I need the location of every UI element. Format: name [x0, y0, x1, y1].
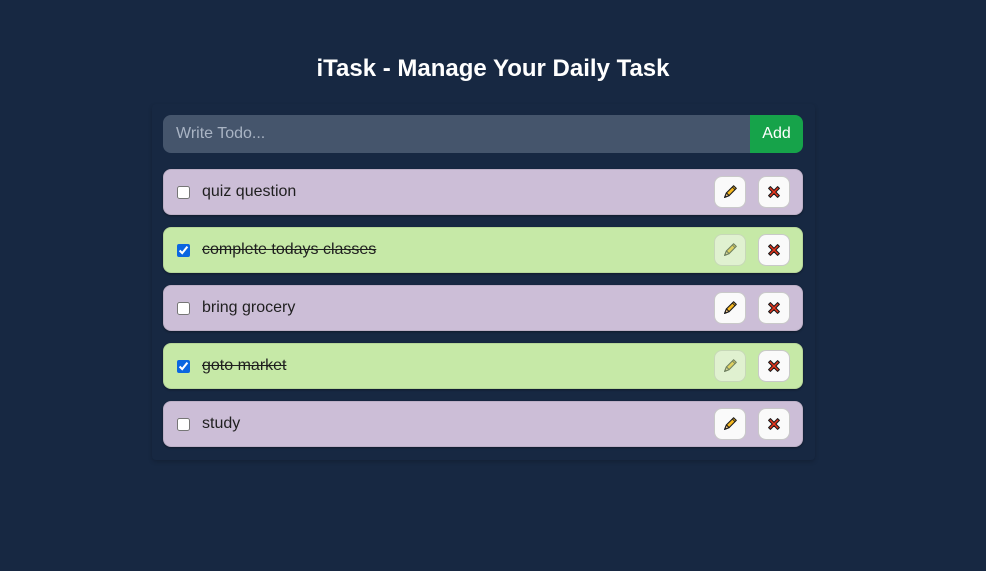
cross-mark-icon — [765, 357, 783, 375]
edit-button[interactable] — [714, 234, 746, 266]
pencil-icon — [721, 415, 739, 433]
pencil-icon — [721, 299, 739, 317]
todo-item: complete todays classes — [163, 227, 803, 273]
pencil-icon — [721, 183, 739, 201]
todo-input[interactable] — [163, 115, 750, 153]
delete-button[interactable] — [758, 176, 790, 208]
edit-button[interactable] — [714, 350, 746, 382]
cross-mark-icon — [765, 299, 783, 317]
todo-checkbox[interactable] — [177, 359, 190, 373]
cross-mark-icon — [765, 415, 783, 433]
edit-button[interactable] — [714, 292, 746, 324]
todo-checkbox[interactable] — [177, 243, 190, 257]
todo-list: quiz question complete todays classes br… — [163, 169, 803, 459]
delete-button[interactable] — [758, 408, 790, 440]
todo-text: study — [202, 415, 241, 432]
todo-item: study — [163, 401, 803, 447]
todo-text: quiz question — [202, 183, 297, 200]
todo-text: bring grocery — [202, 299, 296, 316]
pencil-icon — [721, 241, 739, 259]
todo-item: quiz question — [163, 169, 803, 215]
todo-form: Add — [163, 115, 803, 153]
delete-button[interactable] — [758, 350, 790, 382]
cross-mark-icon — [765, 183, 783, 201]
todo-text: goto market — [202, 357, 287, 374]
todo-item: goto market — [163, 343, 803, 389]
pencil-icon — [721, 357, 739, 375]
edit-button[interactable] — [714, 176, 746, 208]
todo-text: complete todays classes — [202, 241, 377, 258]
todo-checkbox[interactable] — [177, 417, 190, 431]
delete-button[interactable] — [758, 292, 790, 324]
add-button[interactable]: Add — [750, 115, 803, 153]
todo-checkbox[interactable] — [177, 301, 190, 315]
todo-item: bring grocery — [163, 285, 803, 331]
edit-button[interactable] — [714, 408, 746, 440]
page-title: iTask - Manage Your Daily Task — [316, 55, 670, 82]
cross-mark-icon — [765, 241, 783, 259]
todo-checkbox[interactable] — [177, 185, 190, 199]
delete-button[interactable] — [758, 234, 790, 266]
